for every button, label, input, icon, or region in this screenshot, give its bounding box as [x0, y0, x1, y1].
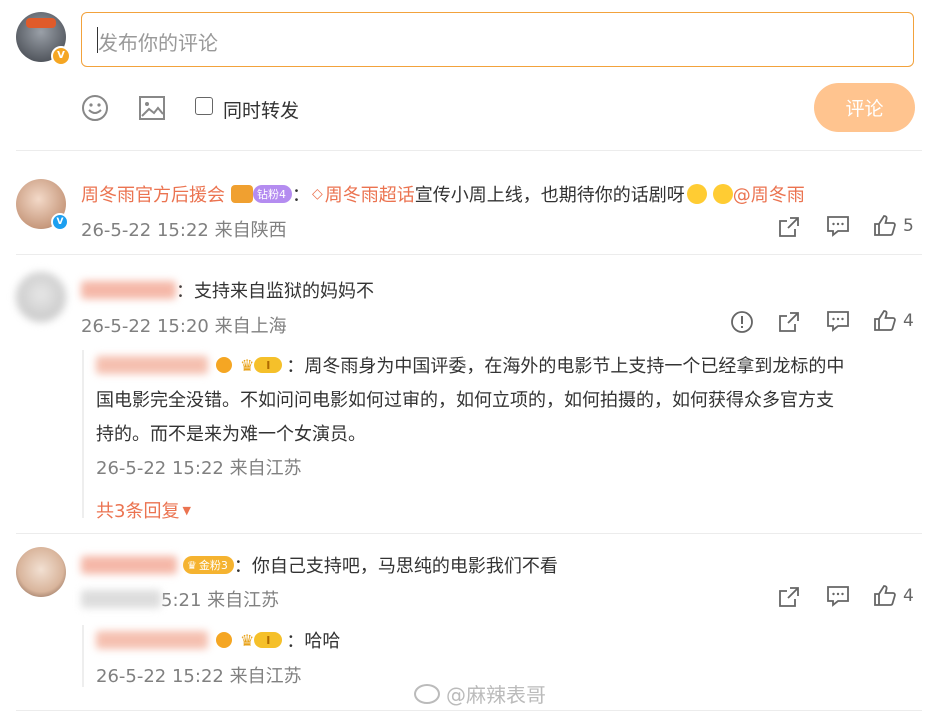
- comment-colon: ：: [292, 185, 310, 206]
- share-icon[interactable]: [777, 215, 801, 239]
- comment-icon[interactable]: [826, 309, 850, 333]
- reply-line: ♛ I ：周冬雨身为中国评委，在海外的电影节上支持一个已经拿到龙标的中: [96, 352, 844, 378]
- comment-meta: 5:21 来自江苏: [161, 590, 280, 611]
- like-count: 4: [903, 586, 914, 606]
- submit-comment-button[interactable]: 评论: [814, 83, 915, 132]
- like-icon: [874, 215, 896, 236]
- reply-text-line-3: 持的。而不是来为难一个女演员。: [96, 424, 366, 445]
- share-icon[interactable]: [777, 585, 801, 609]
- comment-username-blurred[interactable]: [81, 556, 177, 574]
- reply-line: ♛ I ：哈哈: [96, 627, 340, 653]
- comment-username[interactable]: 周冬雨官方后援会: [81, 181, 225, 207]
- divider: [16, 533, 922, 534]
- verified-badge-icon: V: [51, 46, 71, 66]
- divider: [16, 710, 922, 711]
- reply-username[interactable]: [96, 631, 208, 649]
- comment-input-placeholder: 发布你的评论: [98, 31, 218, 55]
- fan-crown-icon: [231, 185, 253, 203]
- reply-text: ：哈哈: [286, 631, 341, 652]
- reply-username[interactable]: [96, 356, 208, 374]
- comment-meta: 26-5-22 15:20 来自上海: [81, 316, 287, 337]
- divider: [16, 150, 922, 151]
- fan-crown-icon: ♛: [187, 558, 197, 572]
- comment-text: ：你自己支持吧，马思纯的电影我们不看: [233, 556, 558, 577]
- reply-meta: 26-5-22 15:22 来自江苏: [96, 458, 302, 479]
- fan-badge-label: 金粉3: [198, 559, 228, 572]
- watermark-text: @麻辣表哥: [446, 683, 546, 707]
- text-cursor: [97, 27, 98, 53]
- comment-icon[interactable]: [826, 584, 850, 608]
- caret-down-icon: ▼: [182, 503, 191, 517]
- reply-thread-line: [82, 625, 84, 687]
- weibo-logo-icon: [414, 683, 440, 704]
- like-button[interactable]: 5: [873, 214, 914, 238]
- level-badge-label: I: [266, 358, 271, 372]
- forward-checkbox[interactable]: [195, 97, 213, 115]
- comment-meta: 26-5-22 15:22 来自陕西: [81, 220, 287, 241]
- image-icon[interactable]: [138, 94, 166, 126]
- emoji-crying-icon: [712, 184, 733, 204]
- comment-text: ：支持来自监狱的妈妈不: [176, 281, 374, 302]
- fan-badge: 钻粉4: [253, 185, 292, 203]
- level-badge: I: [254, 632, 283, 648]
- forward-label: 同时转发: [223, 100, 300, 122]
- comment-input[interactable]: 发布你的评论: [81, 12, 914, 67]
- comment-text: 宣传小周上线，也期待你的话剧呀: [414, 185, 685, 206]
- comment-meta-row: 5:21 来自江苏: [81, 586, 279, 612]
- avatar[interactable]: [16, 272, 66, 322]
- level-badge-label: I: [266, 633, 271, 647]
- like-icon: [874, 585, 896, 606]
- topic-link[interactable]: 周冬雨超话: [325, 181, 415, 207]
- fan-badge-label: 钻粉4: [257, 188, 286, 201]
- divider: [16, 254, 922, 255]
- reply-thread-line: [82, 350, 84, 518]
- like-icon: [874, 310, 896, 331]
- reply-meta: 26-5-22 15:22 来自江苏: [96, 666, 302, 687]
- crown-icon: ♛: [240, 355, 255, 375]
- comment-line: ♛ 金粉3 ：你自己支持吧，马思纯的电影我们不看: [81, 552, 558, 578]
- comment-line: ：支持来自监狱的妈妈不: [81, 277, 374, 303]
- like-button[interactable]: 4: [873, 309, 914, 333]
- emoji-icon[interactable]: [81, 94, 109, 126]
- comment-line: 周冬雨官方后援会 钻粉4 ： ◇ 周冬雨超话 宣传小周上线，也期待你的话剧呀 @…: [81, 181, 805, 207]
- topic-diamond-icon: ◇: [312, 186, 323, 202]
- share-icon[interactable]: [777, 310, 801, 334]
- mention-link[interactable]: @周冬雨: [733, 181, 805, 207]
- more-replies-link[interactable]: 共3条回复 ▼: [96, 497, 191, 523]
- report-icon[interactable]: [730, 310, 754, 334]
- comment-username-blurred[interactable]: [81, 281, 176, 299]
- like-count: 5: [903, 216, 914, 236]
- crown-icon: ♛: [240, 630, 255, 650]
- gold-verified-icon: [216, 357, 232, 373]
- gold-verified-icon: [216, 632, 232, 648]
- watermark: @麻辣表哥: [414, 679, 546, 708]
- reply-text-line-1: ：周冬雨身为中国评委，在海外的电影节上支持一个已经拿到龙标的中: [286, 356, 845, 377]
- level-badge: I: [254, 357, 283, 373]
- emoji-crying-icon: [686, 184, 707, 204]
- more-replies-label: 共3条回复: [96, 501, 180, 522]
- verified-badge-icon: V: [51, 213, 69, 231]
- like-count: 4: [903, 311, 914, 331]
- fan-badge: ♛ 金粉3: [183, 556, 234, 574]
- reply-text-line-2: 国电影完全没错。不如问问电影如何过审的，如何立项的，如何拍摄的，如何获得众多官方…: [96, 390, 834, 411]
- avatar[interactable]: [16, 547, 66, 597]
- submit-comment-label: 评论: [845, 98, 884, 120]
- comment-icon[interactable]: [826, 214, 850, 238]
- like-button[interactable]: 4: [873, 584, 914, 608]
- meta-blurred: [81, 590, 161, 608]
